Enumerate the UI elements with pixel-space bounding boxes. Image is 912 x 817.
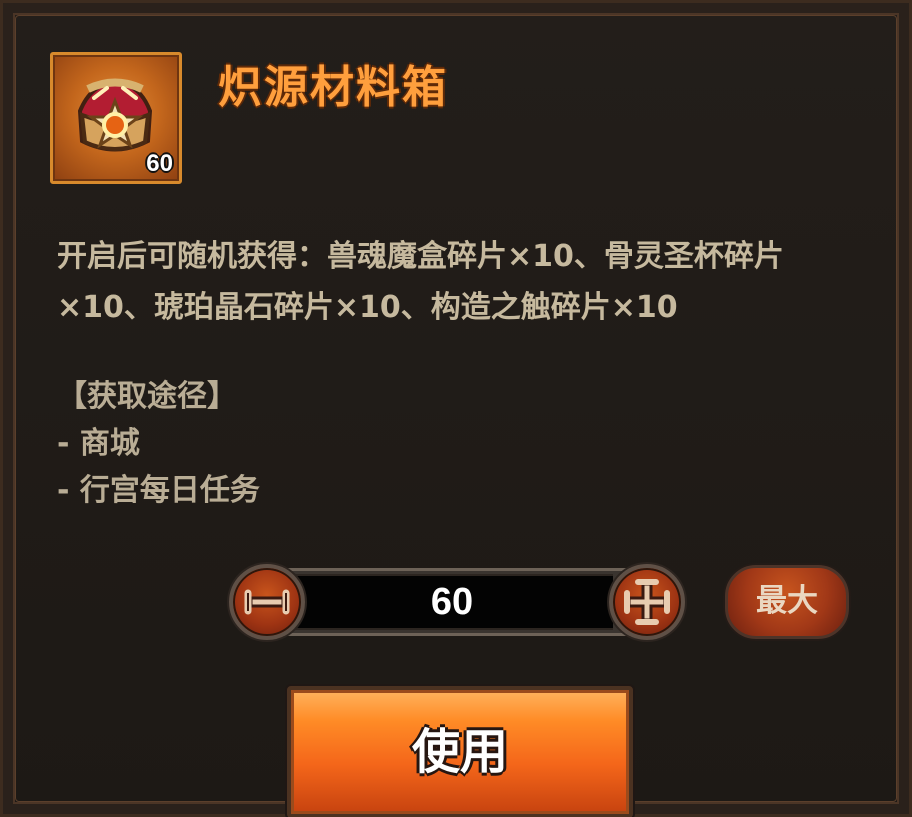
source-heading: 【获取途径】 <box>57 379 237 414</box>
item-detail-panel: 60 炽源材料箱 开启后可随机获得：兽魂魔盒碎片×10、骨灵圣杯碎片×10、琥珀… <box>0 0 912 817</box>
quantity-value: 60 <box>430 581 474 623</box>
increase-button[interactable] <box>609 564 685 640</box>
minus-icon <box>244 589 290 615</box>
decrease-button[interactable] <box>229 564 305 640</box>
max-button[interactable]: 最大 <box>725 565 849 639</box>
use-button[interactable]: 使用 <box>287 686 633 817</box>
item-title: 炽源材料箱 <box>218 62 448 113</box>
source-item-daily-task: - 行宫每日任务 <box>57 473 260 508</box>
item-icon-frame: 60 <box>50 52 182 184</box>
plus-icon <box>624 579 670 625</box>
source-item-shop: - 商城 <box>57 426 140 461</box>
item-description: 开启后可随机获得：兽魂魔盒碎片×10、骨灵圣杯碎片×10、琥珀晶石碎片×10、构… <box>57 239 784 325</box>
item-count-badge: 60 <box>146 150 173 177</box>
